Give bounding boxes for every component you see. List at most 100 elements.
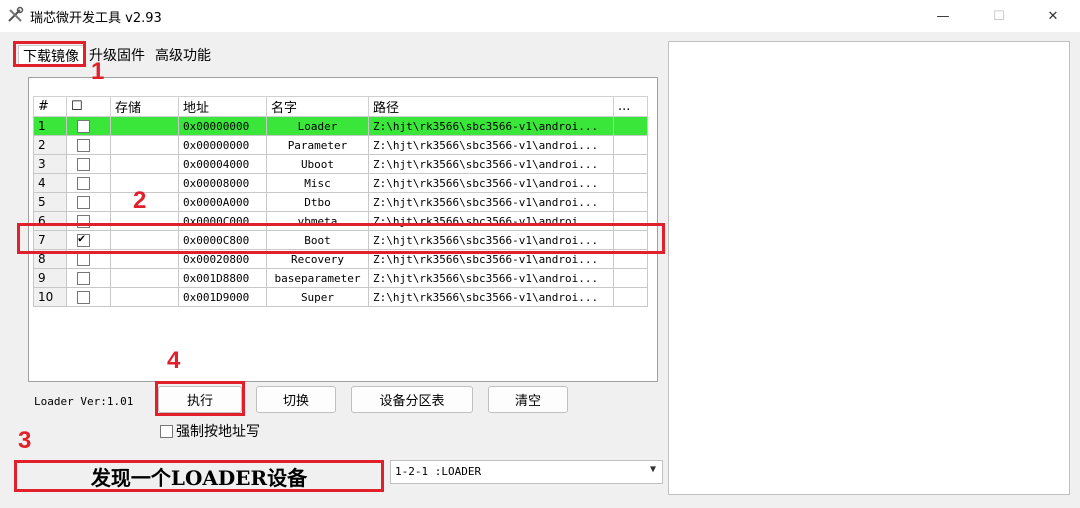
row-address: 0x00000000 [178,135,267,155]
tab-advanced-functions[interactable]: 高级功能 [155,45,211,65]
row-checkbox-cell[interactable] [66,116,111,136]
row-index: 5 [33,192,67,212]
row-checkbox[interactable] [77,271,90,285]
header-path[interactable]: 路径 [368,96,614,117]
header-more[interactable]: ... [613,96,648,117]
window-title: 瑞芯微开发工具 v2.93 [30,11,162,26]
row-path: Z:\hjt\rk3566\sbc3566-v1\androi... [368,135,614,155]
partition-table: # ☐ 存储 地址 名字 路径 ... 1 0x00000000 Loader Z:\… [33,96,648,307]
row-checkbox[interactable] [77,157,90,171]
row-address: 0x0000A000 [178,192,267,212]
table-row[interactable]: 5 0x0000A000 Dtbo Z:\hjt\rk3566\sbc3566-v1\… [33,192,648,212]
row-more [613,135,648,155]
row-checkbox[interactable] [77,138,90,152]
switch-button[interactable]: 切换 [256,386,336,413]
table-row[interactable]: 1 0x00000000 Loader Z:\hjt\rk3566\sbc3566-v… [33,116,648,136]
row-checkbox-cell[interactable] [66,192,111,212]
row-name: baseparameter [266,268,369,288]
row-address: 0x00008000 [178,173,267,193]
device-select[interactable]: 1-2-1 :LOADER ▼ [390,460,663,484]
row-more [613,192,648,212]
row-path: Z:\hjt\rk3566\sbc3566-v1\androi... [368,192,614,212]
row-index: 10 [33,287,67,307]
partition-table-button[interactable]: 设备分区表 [351,386,473,413]
annotation-number-2: 2 [133,187,147,214]
row-checkbox-cell[interactable] [66,135,111,155]
row-path: Z:\hjt\rk3566\sbc3566-v1\androi... [368,154,614,174]
row-name: Dtbo [266,192,369,212]
row-more [613,173,648,193]
header-address[interactable]: 地址 [178,96,267,117]
row-name: Parameter [266,135,369,155]
row-checkbox-cell[interactable] [66,173,111,193]
row-index: 2 [33,135,67,155]
header-name[interactable]: 名字 [266,96,369,117]
row-more [613,154,648,174]
close-button[interactable]: ✕ [1030,0,1076,32]
row-name: Loader [266,116,369,136]
force-address-write-option[interactable]: 强制按地址写 [160,421,260,441]
row-checkbox[interactable] [77,290,90,304]
annotation-box-tab [13,41,86,67]
close-icon: ✕ [1047,8,1059,24]
row-index: 9 [33,268,67,288]
row-checkbox[interactable] [77,176,90,190]
row-path: Z:\hjt\rk3566\sbc3566-v1\androi... [368,116,614,136]
maximize-icon: ☐ [993,8,1005,24]
annotation-number-3: 3 [18,427,32,454]
row-path: Z:\hjt\rk3566\sbc3566-v1\androi... [368,173,614,193]
row-more [613,287,648,307]
loader-version-label: Loader Ver:1.01 [34,395,134,408]
row-storage [110,116,179,136]
title-bar: 瑞芯微开发工具 v2.93 — ☐ ✕ [0,0,1080,32]
force-address-label: 强制按地址写 [176,424,260,440]
row-storage [110,268,179,288]
row-storage [110,154,179,174]
annotation-number-1: 1 [91,58,105,85]
annotation-box-row [17,223,665,254]
row-checkbox-cell[interactable] [66,287,111,307]
row-index: 1 [33,116,67,136]
app-tools-icon [8,6,24,22]
row-index: 4 [33,173,67,193]
row-checkbox-cell[interactable] [66,154,111,174]
row-storage [110,135,179,155]
table-row[interactable]: 9 0x001D8800 baseparameter Z:\hjt\rk3566\sb… [33,268,648,288]
row-storage [110,287,179,307]
device-select-value: 1-2-1 :LOADER [395,465,482,478]
row-checkbox[interactable] [77,195,90,209]
table-row[interactable]: 3 0x00004000 Uboot Z:\hjt\rk3566\sbc3566-v1… [33,154,648,174]
row-address: 0x001D8800 [178,268,267,288]
row-name: Super [266,287,369,307]
row-path: Z:\hjt\rk3566\sbc3566-v1\androi... [368,268,614,288]
header-index[interactable]: # [33,96,67,117]
minimize-button[interactable]: — [920,0,966,32]
row-address: 0x001D9000 [178,287,267,307]
row-name: Misc [266,173,369,193]
table-row[interactable]: 4 0x00008000 Misc Z:\hjt\rk3566\sbc3566-v1\… [33,173,648,193]
chevron-down-icon: ▼ [649,464,656,475]
row-address: 0x00004000 [178,154,267,174]
row-more [613,268,648,288]
header-storage[interactable]: 存储 [110,96,179,117]
row-checkbox[interactable] [77,252,90,266]
force-address-checkbox[interactable] [160,424,173,438]
minimize-icon: — [936,8,950,24]
row-more [613,116,648,136]
annotation-number-4: 4 [167,347,181,374]
table-row[interactable]: 10 0x001D9000 Super Z:\hjt\rk3566\sbc3566-v… [33,287,648,307]
annotation-box-run [155,381,245,416]
row-index: 3 [33,154,67,174]
row-address: 0x00000000 [178,116,267,136]
row-checkbox-cell[interactable] [66,268,111,288]
row-path: Z:\hjt\rk3566\sbc3566-v1\androi... [368,287,614,307]
status-message: 发现一个LOADER设备 [14,460,384,492]
table-row[interactable]: 2 0x00000000 Parameter Z:\hjt\rk3566\sbc356… [33,135,648,155]
table-header-row: # ☐ 存储 地址 名字 路径 ... [33,96,648,117]
log-output-panel[interactable] [668,41,1070,495]
row-checkbox[interactable] [77,119,90,133]
header-check-all[interactable]: ☐ [66,96,111,117]
clear-button[interactable]: 清空 [488,386,568,413]
maximize-button[interactable]: ☐ [976,0,1022,32]
row-name: Uboot [266,154,369,174]
